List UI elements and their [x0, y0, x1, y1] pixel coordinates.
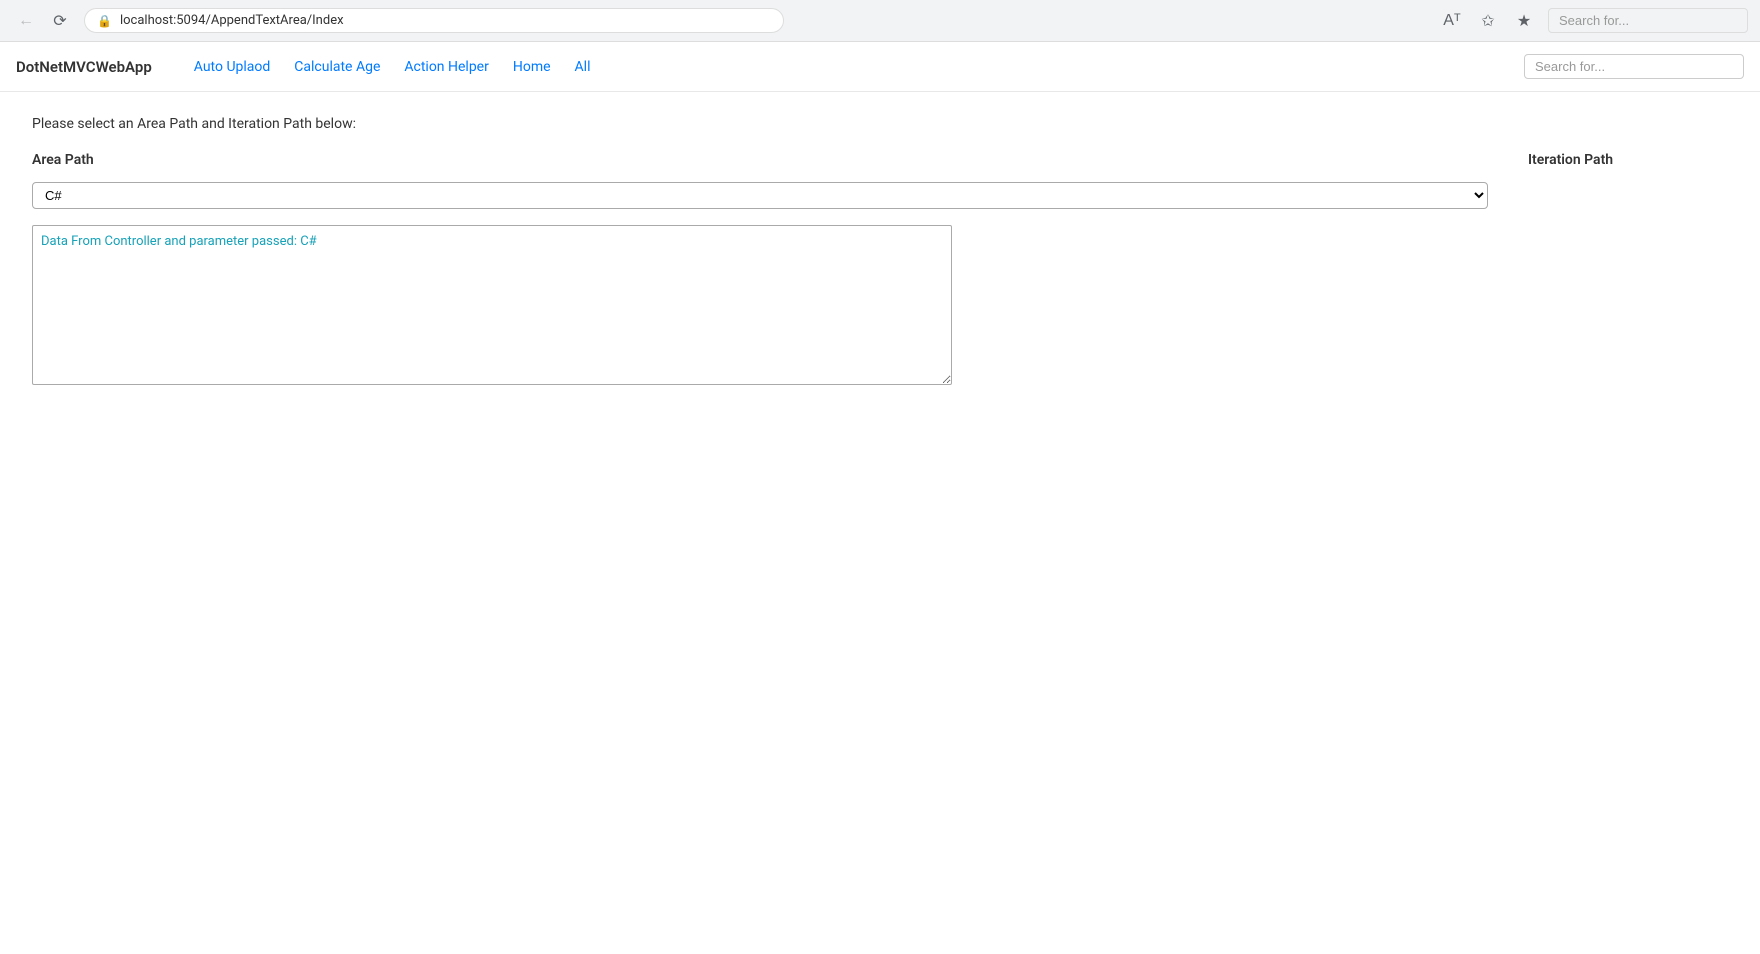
area-path-label: Area Path — [32, 152, 1488, 168]
nav-link-home[interactable]: Home — [503, 53, 561, 81]
nav-link-calculate-age[interactable]: Calculate Age — [284, 53, 390, 81]
form-layout: Area Path C# VB.NET F# JavaScript Data F… — [32, 152, 1728, 385]
page-instruction: Please select an Area Path and Iteration… — [32, 116, 1728, 132]
form-right: Iteration Path — [1528, 152, 1728, 385]
browser-search-bar[interactable] — [1548, 8, 1748, 33]
address-bar[interactable]: 🔒 localhost:5094/AppendTextArea/Index — [84, 8, 784, 33]
form-left: Area Path C# VB.NET F# JavaScript Data F… — [32, 152, 1488, 385]
reader-mode-button[interactable]: Aᵀ — [1438, 7, 1466, 35]
lock-icon: 🔒 — [97, 14, 112, 28]
back-button[interactable]: ← — [12, 7, 40, 35]
refresh-button[interactable]: ⟳ — [46, 7, 74, 35]
favorites-button[interactable]: ★ — [1510, 7, 1538, 35]
textarea-output[interactable]: Data From Controller and parameter passe… — [32, 225, 952, 385]
nav-link-auto-upload[interactable]: Auto Uplaod — [184, 53, 281, 81]
main-content: Please select an Area Path and Iteration… — [0, 92, 1760, 409]
browser-nav-buttons: ← ⟳ — [12, 7, 74, 35]
nav-link-action-helper[interactable]: Action Helper — [394, 53, 498, 81]
nav-link-all[interactable]: All — [565, 53, 601, 81]
navbar-brand[interactable]: DotNetMVCWebApp — [16, 58, 152, 76]
navbar-search-input[interactable] — [1535, 59, 1715, 74]
area-path-select[interactable]: C# VB.NET F# JavaScript — [32, 182, 1488, 209]
extensions-button[interactable]: ✩ — [1474, 7, 1502, 35]
iteration-path-label: Iteration Path — [1528, 152, 1728, 168]
navbar: DotNetMVCWebApp Auto Uplaod Calculate Ag… — [0, 42, 1760, 92]
browser-chrome: ← ⟳ 🔒 localhost:5094/AppendTextArea/Inde… — [0, 0, 1760, 42]
address-text: localhost:5094/AppendTextArea/Index — [120, 13, 771, 28]
browser-actions: Aᵀ ✩ ★ — [1438, 7, 1538, 35]
navbar-links: Auto Uplaod Calculate Age Action Helper … — [184, 53, 1500, 81]
navbar-search[interactable] — [1524, 54, 1744, 79]
browser-search-input[interactable] — [1559, 13, 1719, 28]
